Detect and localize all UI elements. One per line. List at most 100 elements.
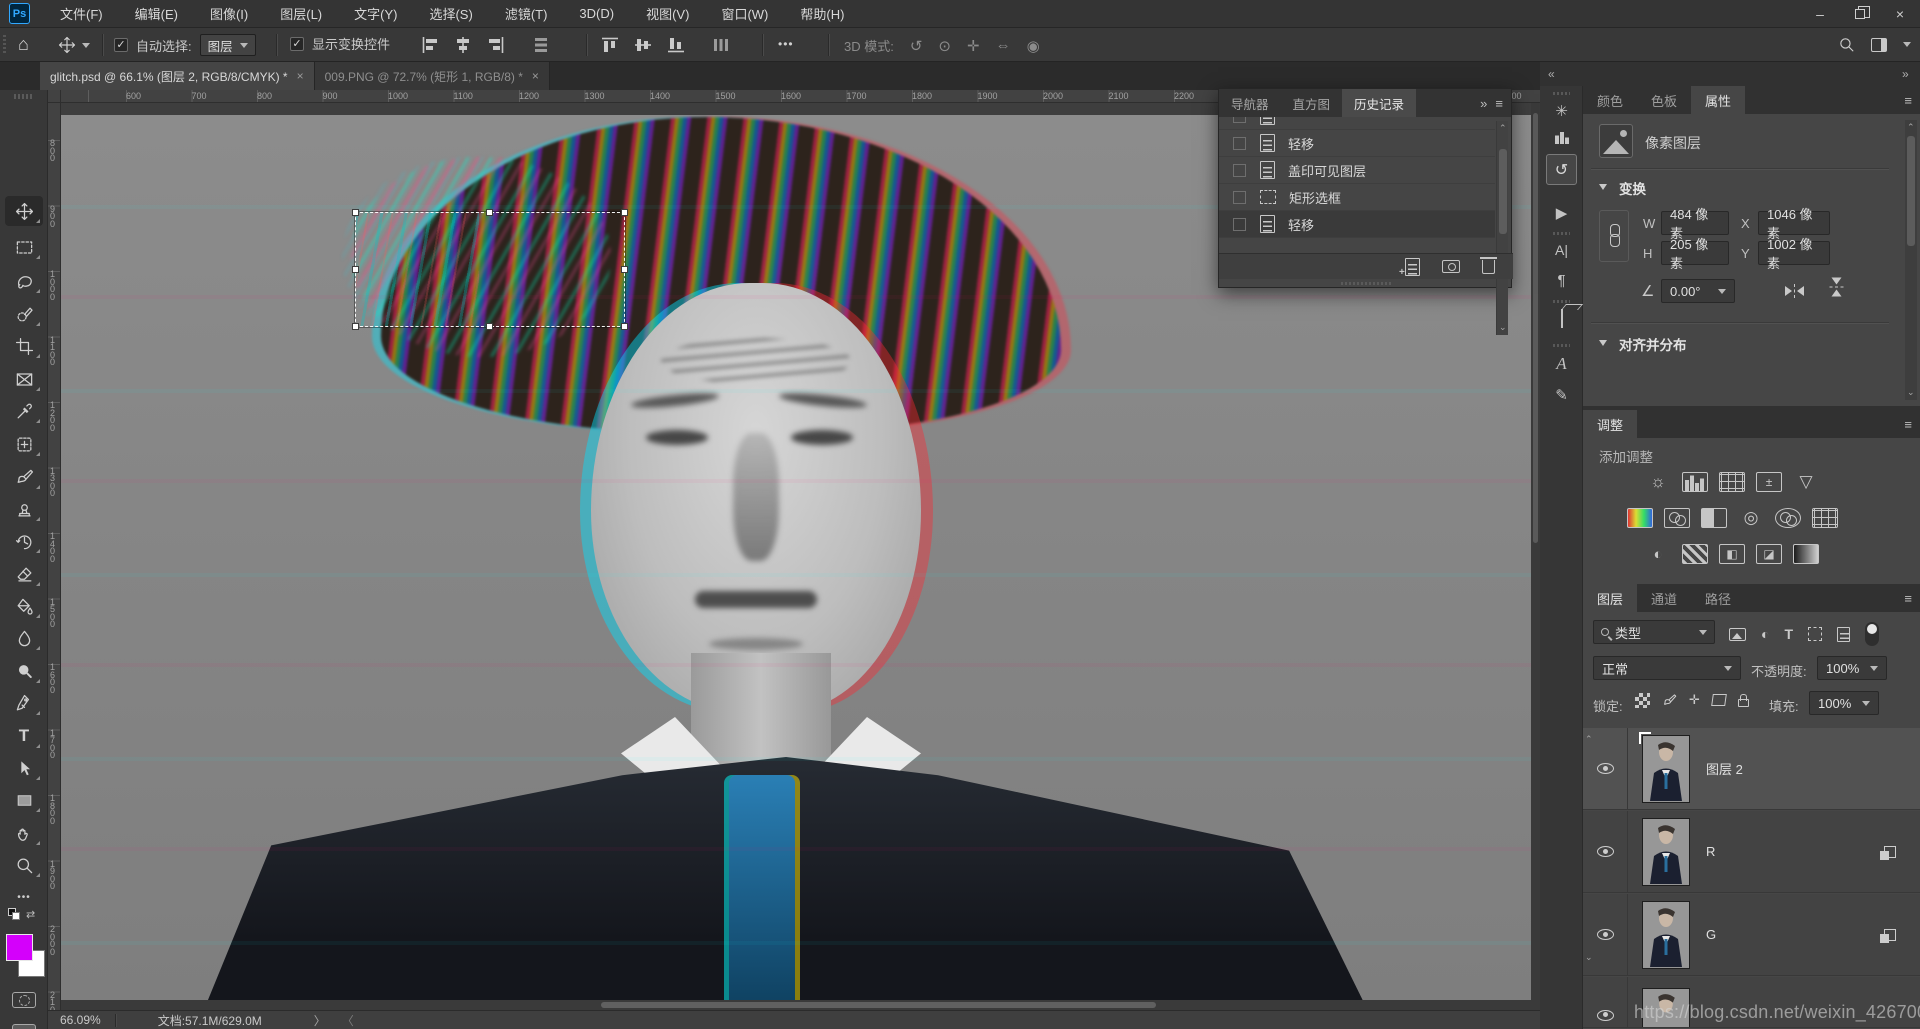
adj-levels-icon[interactable] <box>1682 472 1708 492</box>
search-icon[interactable] <box>1838 36 1855 53</box>
blend-mode-dropdown[interactable]: 正常 <box>1593 656 1741 680</box>
doc-tab-glitch[interactable]: glitch.psd @ 66.1% (图层 2, RGB/8/CMYK) * … <box>40 62 315 90</box>
filter-pixel-layers-icon[interactable] <box>1729 627 1746 641</box>
frame-tool[interactable] <box>5 364 43 394</box>
history-scrollbar[interactable]: ⌃ ⌄ <box>1496 121 1508 335</box>
quick-select-tool[interactable] <box>5 299 43 329</box>
status-prev-icon[interactable]: 〈 <box>342 1012 354 1029</box>
lock-position-icon[interactable]: ✛ <box>1689 692 1700 708</box>
crop-tool[interactable] <box>5 331 43 361</box>
section-collapse-icon[interactable] <box>1599 340 1607 346</box>
auto-select-checkbox[interactable]: ✓ <box>114 38 128 52</box>
menu-select[interactable]: 选择(S) <box>413 0 488 28</box>
handle-mid-left[interactable] <box>352 266 359 273</box>
eyedropper-tool[interactable] <box>5 396 43 426</box>
more-options-button[interactable]: ••• <box>778 37 794 51</box>
scroll-down-icon[interactable]: ⌄ <box>1585 952 1915 963</box>
healing-tool[interactable] <box>5 429 43 459</box>
filter-adjustment-layers-icon[interactable]: ◐ <box>1761 626 1769 642</box>
history-scroll-thumb[interactable] <box>1499 149 1507 234</box>
history-item-current[interactable]: 轻移 <box>1219 211 1495 238</box>
tab-paths[interactable]: 路径 <box>1691 584 1745 612</box>
status-next-icon[interactable]: 〉 <box>314 1012 326 1029</box>
handle-top-right[interactable] <box>621 209 628 216</box>
fill-field[interactable]: 100% <box>1809 691 1879 715</box>
horizontal-scrollbar[interactable] <box>61 1000 1540 1010</box>
align-top-icon[interactable] <box>600 35 620 55</box>
handle-bottom-center[interactable] <box>486 323 493 330</box>
panel-menu-icon[interactable]: ≡ <box>1904 93 1912 108</box>
glyphs-panel-icon[interactable]: A <box>1540 354 1583 374</box>
clone-stamp-tool[interactable] <box>5 494 43 524</box>
3d-panel-icon[interactable] <box>1540 309 1583 328</box>
new-snapshot-icon[interactable] <box>1442 260 1460 273</box>
path-select-tool[interactable] <box>5 753 43 783</box>
menu-image[interactable]: 图像(I) <box>194 0 264 28</box>
history-panel-icon[interactable]: ↺ <box>1546 154 1577 185</box>
scroll-down-icon[interactable]: ⌄ <box>1907 387 1915 398</box>
dodge-tool[interactable] <box>5 656 43 686</box>
visibility-eye-icon[interactable] <box>1597 1009 1614 1021</box>
angle-field[interactable]: 0.00° <box>1661 279 1735 303</box>
adj-curves-icon[interactable] <box>1719 472 1745 492</box>
panel-menu-icon[interactable]: ≡ <box>1495 96 1503 111</box>
auto-select-dropdown[interactable]: 图层 <box>199 34 256 56</box>
shape-tool[interactable] <box>5 785 43 815</box>
adj-invert-icon[interactable]: ◐ <box>1645 544 1671 564</box>
section-collapse-icon[interactable] <box>1599 184 1607 190</box>
lock-artboard-icon[interactable] <box>1711 694 1727 706</box>
menu-file[interactable]: 文件(F) <box>44 0 119 28</box>
flip-horizontal-icon[interactable] <box>1785 284 1804 298</box>
visibility-eye-icon[interactable] <box>1597 846 1614 857</box>
tab-navigator[interactable]: 导航器 <box>1219 89 1281 117</box>
opacity-field[interactable]: 100% <box>1817 656 1887 680</box>
adj-photo-filter-icon[interactable]: ◎ <box>1738 508 1764 528</box>
adj-color-lookup-icon[interactable] <box>1812 508 1838 528</box>
y-field[interactable]: 1002 像素 <box>1758 237 1830 271</box>
collapse-dock-icon[interactable]: « <box>1548 67 1555 81</box>
link-dimensions-button[interactable] <box>1599 210 1629 262</box>
3d-pan-icon[interactable]: ✛ <box>967 37 980 55</box>
workspace-icon[interactable] <box>1871 37 1887 52</box>
adj-threshold-icon[interactable]: ◧ <box>1719 544 1745 564</box>
new-doc-from-state-icon[interactable]: + <box>1399 257 1420 278</box>
tab-swatches[interactable]: 色板 <box>1637 86 1691 114</box>
restore-button[interactable] <box>1840 0 1880 28</box>
character-panel-icon[interactable]: A| <box>1540 242 1583 258</box>
lock-transparency-icon[interactable] <box>1635 692 1650 708</box>
menu-filter[interactable]: 滤镜(T) <box>489 0 564 28</box>
adj-hue-saturation-icon[interactable] <box>1627 508 1653 528</box>
history-item[interactable]: 矩形选框 <box>1219 184 1495 211</box>
history-brush-tool[interactable] <box>5 526 43 556</box>
eraser-tool[interactable] <box>5 559 43 589</box>
transform-selection-box[interactable] <box>352 209 628 330</box>
home-icon[interactable]: ⌂ <box>18 34 29 55</box>
menu-edit[interactable]: 编辑(E) <box>119 0 194 28</box>
layer-row-r[interactable]: R <box>1583 811 1920 893</box>
scroll-up-icon[interactable]: ⌃ <box>1499 123 1507 134</box>
distribute-v-icon[interactable] <box>711 35 731 55</box>
actions-panel-icon[interactable]: ▶ <box>1540 204 1583 222</box>
align-center-v-icon[interactable] <box>633 35 653 55</box>
adj-channel-mixer-icon[interactable] <box>1775 508 1801 528</box>
layer-row-g[interactable]: G <box>1583 894 1920 976</box>
menu-layer[interactable]: 图层(L) <box>264 0 338 28</box>
3d-slide-icon[interactable]: ⇔ <box>996 37 1011 54</box>
adj-black-white-icon[interactable] <box>1701 508 1727 528</box>
tab-history[interactable]: 历史记录 <box>1342 89 1417 117</box>
handle-top-left[interactable] <box>352 209 359 216</box>
lock-all-icon[interactable] <box>1737 694 1749 707</box>
handle-bottom-left[interactable] <box>352 323 359 330</box>
panel-menu-icon[interactable]: ≡ <box>1904 591 1912 606</box>
history-source-checkbox[interactable] <box>1233 217 1246 231</box>
collapse-panel-icon[interactable]: » <box>1480 96 1487 111</box>
blur-tool[interactable] <box>5 623 43 653</box>
toolbar-grip[interactable] <box>14 94 34 99</box>
filter-smart-objects-icon[interactable] <box>1837 626 1851 642</box>
flip-vertical-icon[interactable] <box>1829 277 1844 297</box>
distribute-h-icon[interactable] <box>531 35 551 55</box>
pen-tool[interactable] <box>5 688 43 718</box>
h-scroll-thumb[interactable] <box>601 1002 1156 1008</box>
histogram-panel-icon[interactable] <box>1553 130 1570 144</box>
filter-toggle-icon[interactable] <box>1865 622 1880 646</box>
